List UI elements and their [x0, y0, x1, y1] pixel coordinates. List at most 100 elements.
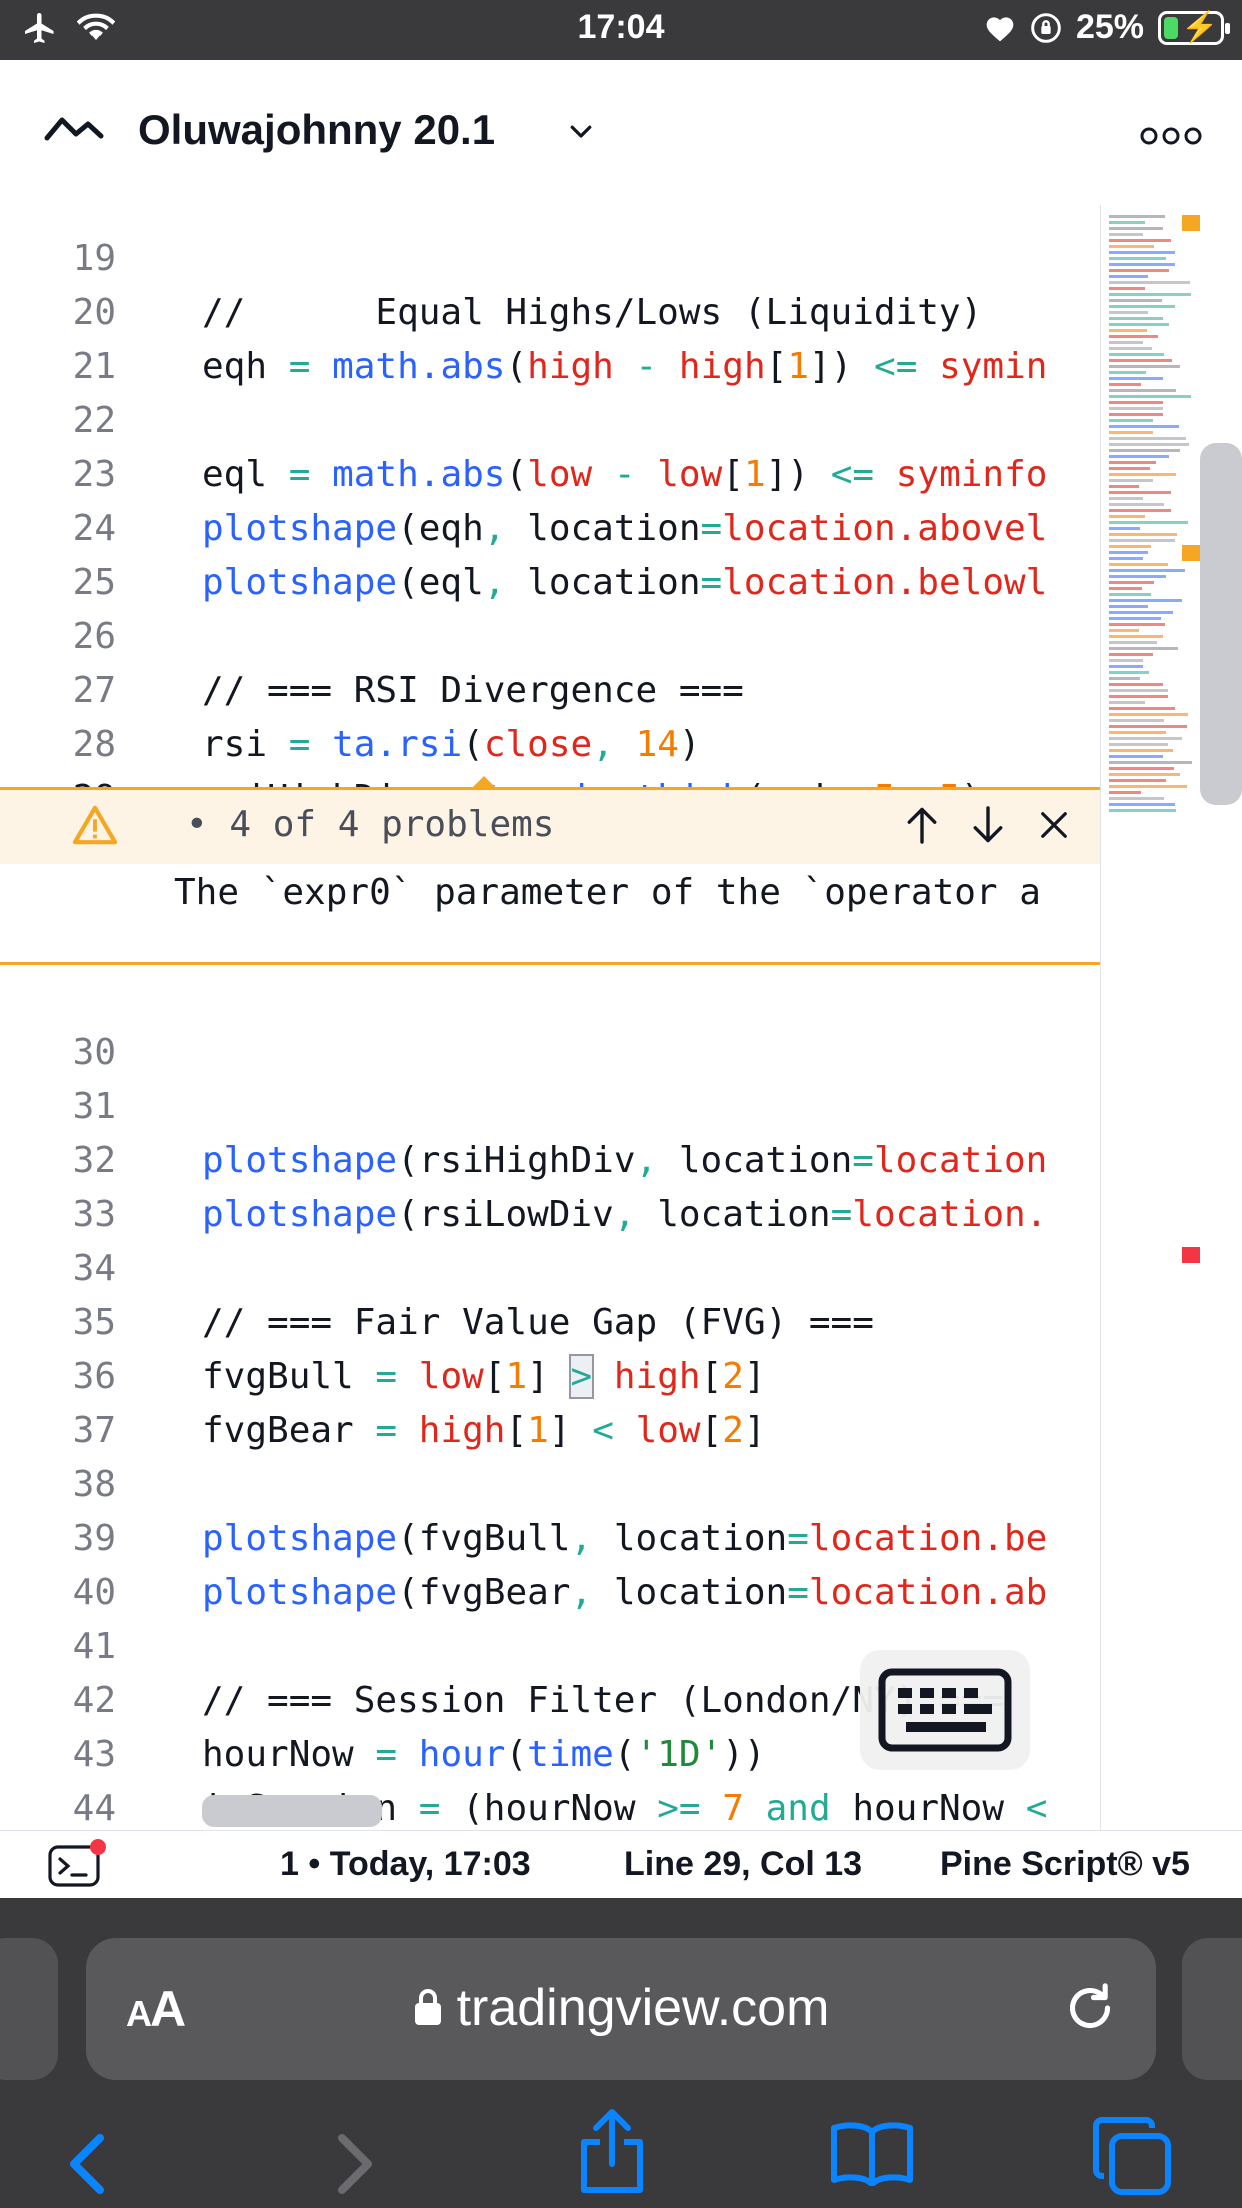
cursor-position[interactable]: Line 29, Col 13 [624, 1845, 862, 1884]
code-line[interactable]: 41 // === Session Filter (London/NY) === [0, 1566, 1100, 1721]
vertical-scrollbar[interactable] [1200, 205, 1242, 1830]
minimap-line [1109, 683, 1163, 686]
code-line[interactable]: 27 rsi = ta.rsi(close, 14) [0, 610, 1100, 765]
code-line-current[interactable]: 29 rsiLowDiv = ta.pivotlow(rsi, 5, 5) an… [0, 718, 1100, 880]
minimap-line [1109, 653, 1153, 656]
code-line[interactable]: 33 [0, 1134, 1100, 1235]
minimap-line [1109, 809, 1176, 812]
minimap-line [1109, 257, 1166, 260]
next-tab[interactable] [1182, 1938, 1242, 2080]
minimap-line [1109, 371, 1146, 374]
minimap-line [1109, 353, 1164, 356]
minimap-marker [1182, 215, 1200, 231]
previous-tab[interactable] [0, 1938, 58, 2080]
minimap-line [1109, 503, 1164, 506]
more-icon[interactable] [1140, 124, 1202, 148]
chevron-down-icon[interactable] [566, 116, 596, 146]
status-bar: 17:04 25% ⚡ [0, 0, 1242, 60]
minimap-line [1109, 635, 1163, 638]
minimap-line [1109, 791, 1141, 794]
url-text[interactable]: tradingview.com [86, 1978, 1156, 2038]
horizontal-scrollbar[interactable] [202, 1795, 382, 1827]
arrow-down-icon[interactable] [966, 798, 1010, 852]
forward-icon[interactable] [334, 2132, 378, 2196]
tabs-icon[interactable] [1092, 2116, 1172, 2196]
minimap-line [1109, 617, 1161, 620]
minimap-line [1109, 425, 1179, 428]
code-line[interactable]: 22 eql = math.abs(low - low[1]) <= symin… [0, 340, 1100, 495]
minimap-line [1109, 407, 1163, 410]
minimap-line [1109, 335, 1158, 338]
code-line[interactable]: 23 plotshape(eqh, location=location.abov… [0, 394, 1100, 549]
minimap-line [1109, 275, 1148, 278]
code-line[interactable]: 28 rsiHighDiv = ta.pivothigh(rsi, 5, 5) … [0, 664, 1100, 819]
code-line[interactable]: 38 plotshape(fvgBull, location=location.… [0, 1404, 1100, 1559]
code-line[interactable]: 31 plotshape(rsiHighDiv, location=locati… [0, 1026, 1100, 1181]
minimap-line [1109, 743, 1168, 746]
minimap-line [1109, 593, 1151, 596]
minimap-line [1109, 773, 1180, 776]
code-line[interactable]: 21 [0, 286, 1100, 387]
minimap-line [1109, 671, 1149, 674]
notification-dot [90, 1839, 106, 1855]
minimap-line [1109, 581, 1154, 584]
minimap-line [1109, 359, 1172, 362]
chart-logo-icon [44, 117, 104, 141]
minimap-line [1109, 317, 1163, 320]
minimap-line [1109, 437, 1186, 440]
minimap-line [1109, 347, 1152, 350]
code-line[interactable]: 32 plotshape(rsiLowDiv, location=locatio… [0, 1080, 1100, 1235]
minimap-line [1109, 527, 1140, 530]
code-line[interactable]: 45 [0, 1782, 1100, 1830]
minimap-line [1109, 647, 1178, 650]
share-icon[interactable] [576, 2108, 648, 2194]
code-editor[interactable]: 19 // Equal Highs/Lows (Liquidity) 20 eq… [0, 205, 1242, 1830]
minimap-line [1109, 689, 1168, 692]
code-line[interactable]: 20 eqh = math.abs(high - high[1]) <= sym… [0, 232, 1100, 387]
minimap-line [1109, 239, 1171, 242]
minimap-line [1109, 755, 1163, 758]
language-label[interactable]: Pine Script® v5 [940, 1845, 1190, 1884]
back-icon[interactable] [64, 2132, 108, 2196]
orientation-lock-icon [1031, 12, 1061, 43]
minimap-line [1109, 365, 1180, 368]
minimap-line [1109, 611, 1173, 614]
minimap-line [1109, 491, 1171, 494]
code-minimap[interactable] [1100, 205, 1200, 1830]
minimap-line [1109, 227, 1163, 230]
arrow-up-icon[interactable] [900, 798, 944, 852]
address-bar[interactable]: AA tradingview.com [86, 1938, 1156, 2080]
script-header: Oluwajohnny 20.1 [0, 60, 1242, 205]
version-info[interactable]: 1 • Today, 17:03 [280, 1845, 531, 1884]
close-icon[interactable] [1032, 798, 1076, 852]
minimap-line [1109, 557, 1143, 560]
script-title[interactable]: Oluwajohnny 20.1 [138, 106, 495, 154]
code-line[interactable]: 26 // === RSI Divergence === [0, 556, 1100, 711]
minimap-line [1109, 731, 1166, 734]
minimap-line [1109, 401, 1163, 404]
code-line[interactable]: 30 [0, 972, 1100, 1073]
minimap-line [1109, 245, 1154, 248]
minimap-line [1109, 515, 1145, 518]
minimap-line [1109, 779, 1166, 782]
code-line[interactable]: 36 fvgBear = high[1] < low[2] [0, 1296, 1100, 1451]
minimap-line [1109, 305, 1175, 308]
reload-icon[interactable] [1062, 1980, 1118, 2036]
bookmarks-icon[interactable] [830, 2120, 914, 2186]
vertical-scroll-thumb[interactable] [1200, 443, 1242, 805]
minimap-line [1109, 221, 1145, 224]
code-line[interactable]: 34 // === Fair Value Gap (FVG) === [0, 1188, 1100, 1343]
minimap-line [1109, 767, 1174, 770]
code-line[interactable]: 40 [0, 1512, 1100, 1613]
code-line[interactable]: 37 [0, 1350, 1100, 1451]
keyboard-toggle-button[interactable] [860, 1650, 1030, 1770]
code-line[interactable]: 35 fvgBull = low[1] > high[2] [0, 1242, 1100, 1399]
code-line[interactable]: 25 [0, 502, 1100, 603]
minimap-line [1109, 539, 1175, 542]
problems-header: • 4 of 4 problems [0, 790, 1100, 864]
problem-message: The `expr0` parameter of the `operator a [174, 872, 1041, 913]
minimap-line [1109, 233, 1143, 236]
lock-icon [414, 1989, 441, 2025]
code-line[interactable]: 39 plotshape(fvgBear, location=location.… [0, 1458, 1100, 1613]
code-line[interactable]: 24 plotshape(eql, location=location.belo… [0, 448, 1100, 603]
